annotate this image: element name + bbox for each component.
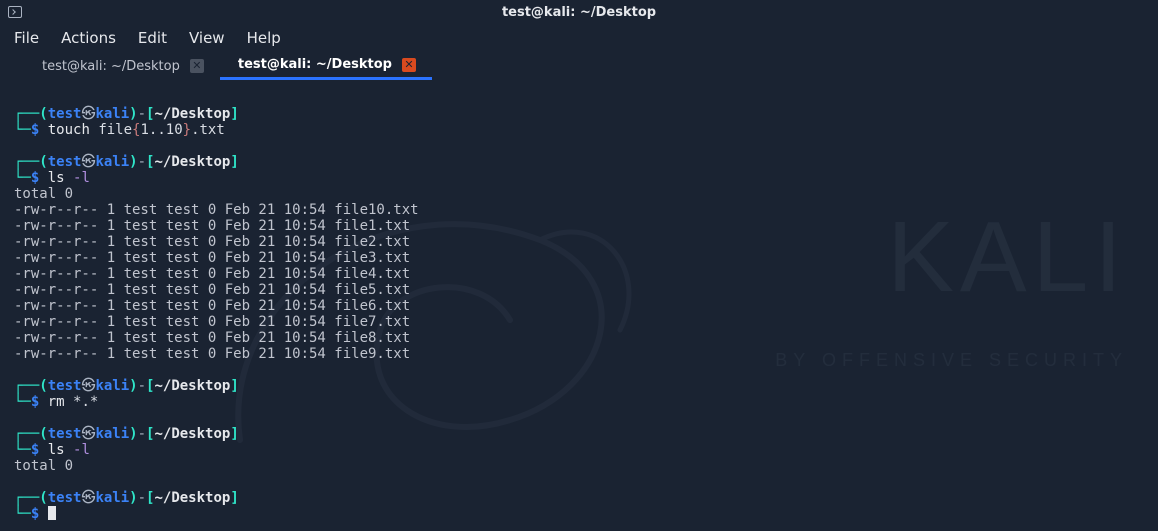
list-item: -rw-r--r-- 1 test test 0 Feb 21 10:54 fi… [14,282,410,298]
brace: } [183,122,191,138]
prompt-dash: - [138,154,146,170]
prompt-decor: ) [129,106,137,122]
cmd-args: file [90,122,132,138]
prompt-decor: ┌──( [14,154,48,170]
menu-edit[interactable]: Edit [138,29,167,47]
list-item: -rw-r--r-- 1 test test 0 Feb 21 10:54 fi… [14,330,410,346]
prompt-dollar: $ [31,394,39,410]
prompt-decor: ) [129,426,137,442]
close-icon[interactable]: ✕ [190,59,204,73]
prompt-decor: └─ [14,170,31,186]
prompt-decor: ) [129,154,137,170]
prompt-dollar: $ [31,170,39,186]
list-item: -rw-r--r-- 1 test test 0 Feb 21 10:54 fi… [14,202,419,218]
list-item: -rw-r--r-- 1 test test 0 Feb 21 10:54 fi… [14,346,410,362]
tab-label: test@kali: ~/Desktop [42,59,180,74]
text-cursor [48,506,56,520]
prompt-host: kali [95,106,129,122]
prompt-at: ㉿ [81,106,95,122]
output-total: total 0 [14,186,73,202]
terminal-output[interactable]: ┌──(test㉿kali)-[~/Desktop] └─$ touch fil… [0,80,1158,522]
prompt-dollar: $ [31,442,39,458]
prompt-bracket: ] [230,426,238,442]
prompt-decor: └─ [14,506,31,522]
prompt-user: test [48,106,82,122]
cmd-args: -l [65,170,90,186]
prompt-user: test [48,154,82,170]
list-item: -rw-r--r-- 1 test test 0 Feb 21 10:54 fi… [14,250,410,266]
prompt-decor: └─ [14,122,31,138]
prompt-decor: ┌──( [14,490,48,506]
prompt-at: ㉿ [81,154,95,170]
prompt-user: test [48,490,82,506]
menu-view[interactable]: View [189,29,225,47]
cmd-args: *.* [65,394,99,410]
prompt-bracket: ] [230,106,238,122]
tab-bar: test@kali: ~/Desktop ✕ test@kali: ~/Desk… [0,52,1158,80]
prompt-at: ㉿ [81,490,95,506]
tab-active[interactable]: test@kali: ~/Desktop ✕ [220,52,432,80]
terminal-icon [8,6,22,18]
close-icon[interactable]: ✕ [402,58,416,72]
cmd-rm: rm [48,394,65,410]
tab-inactive[interactable]: test@kali: ~/Desktop ✕ [24,52,220,80]
cmd-touch: touch [48,122,90,138]
prompt-at: ㉿ [81,426,95,442]
prompt-decor: ) [129,378,137,394]
prompt-host: kali [95,426,129,442]
prompt-host: kali [95,154,129,170]
prompt-dash: - [138,378,146,394]
cmd-ls: ls [48,442,65,458]
prompt-dollar: $ [31,506,39,522]
prompt-host: kali [95,378,129,394]
list-item: -rw-r--r-- 1 test test 0 Feb 21 10:54 fi… [14,314,410,330]
prompt-decor: ┌──( [14,106,48,122]
prompt-decor: ) [129,490,137,506]
prompt-dash: - [138,426,146,442]
prompt-bracket: ] [230,378,238,394]
list-item: -rw-r--r-- 1 test test 0 Feb 21 10:54 fi… [14,218,410,234]
prompt-bracket: ] [230,154,238,170]
prompt-bracket: ] [230,490,238,506]
prompt-decor: ┌──( [14,426,48,442]
prompt-path: ~/Desktop [154,490,230,506]
prompt-path: ~/Desktop [154,106,230,122]
prompt-user: test [48,426,82,442]
menu-file[interactable]: File [14,29,39,47]
prompt-decor: ┌──( [14,378,48,394]
menu-bar: File Actions Edit View Help [0,24,1158,52]
prompt-user: test [48,378,82,394]
prompt-host: kali [95,490,129,506]
prompt-dash: - [138,490,146,506]
list-item: -rw-r--r-- 1 test test 0 Feb 21 10:54 fi… [14,298,410,314]
window-title: test@kali: ~/Desktop [502,5,656,20]
output-total2: total 0 [14,458,73,474]
prompt-at: ㉿ [81,378,95,394]
prompt-dash: - [138,106,146,122]
prompt-decor: └─ [14,442,31,458]
prompt-dollar: $ [31,122,39,138]
cmd-args: .txt [191,122,225,138]
prompt-path: ~/Desktop [154,426,230,442]
cmd-ls: ls [48,170,65,186]
prompt-path: ~/Desktop [154,378,230,394]
menu-help[interactable]: Help [247,29,281,47]
list-item: -rw-r--r-- 1 test test 0 Feb 21 10:54 fi… [14,234,410,250]
menu-actions[interactable]: Actions [61,29,116,47]
prompt-path: ~/Desktop [154,154,230,170]
window-titlebar: test@kali: ~/Desktop [0,0,1158,24]
cmd-args: 1..10 [140,122,182,138]
prompt-decor: └─ [14,394,31,410]
cmd-args: -l [65,442,90,458]
list-item: -rw-r--r-- 1 test test 0 Feb 21 10:54 fi… [14,266,410,282]
tab-label: test@kali: ~/Desktop [238,57,392,72]
